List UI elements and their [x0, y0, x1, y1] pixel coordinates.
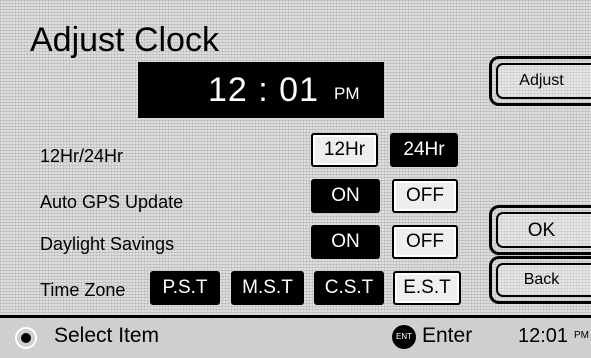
- adjust-button[interactable]: Adjust: [489, 56, 591, 106]
- mst-button[interactable]: M.S.T: [231, 271, 304, 305]
- select-item-hint: Select Item: [54, 324, 160, 347]
- back-button-label: Back: [523, 271, 560, 288]
- dst-on-button[interactable]: ON: [311, 225, 380, 259]
- 12hr-button[interactable]: 12Hr: [311, 133, 378, 167]
- clock-display: 12 : 01 PM: [138, 62, 384, 118]
- enter-hint: Enter: [422, 324, 473, 347]
- pst-button[interactable]: P.S.T: [150, 271, 220, 305]
- timezone-label: Time Zone: [40, 280, 126, 300]
- ok-button[interactable]: OK: [489, 205, 591, 255]
- clock-ampm: PM: [334, 84, 360, 103]
- 24hr-button[interactable]: 24Hr: [390, 133, 458, 167]
- cst-button[interactable]: C.S.T: [314, 271, 384, 305]
- status-clock-ampm: PM: [574, 330, 589, 341]
- format-label: 12Hr/24Hr: [40, 146, 124, 166]
- status-bar: Select Item ENT Enter 12:01 PM: [0, 315, 591, 358]
- ok-button-label: OK: [527, 220, 556, 241]
- status-clock: 12:01: [518, 325, 569, 347]
- enter-icon: ENT: [392, 325, 416, 349]
- gps-label: Auto GPS Update: [40, 192, 184, 212]
- est-button[interactable]: E.S.T: [393, 271, 461, 305]
- page-title: Adjust Clock: [30, 21, 219, 59]
- gps-on-button[interactable]: ON: [311, 179, 380, 213]
- adjust-button-label: Adjust: [519, 72, 564, 89]
- back-button[interactable]: Back: [489, 256, 591, 304]
- dst-label: Daylight Savings: [40, 234, 175, 254]
- dst-off-button[interactable]: OFF: [392, 225, 458, 259]
- gps-off-button[interactable]: OFF: [392, 179, 458, 213]
- clock-time: 12 : 01: [208, 71, 319, 109]
- joystick-select-icon: [15, 327, 37, 349]
